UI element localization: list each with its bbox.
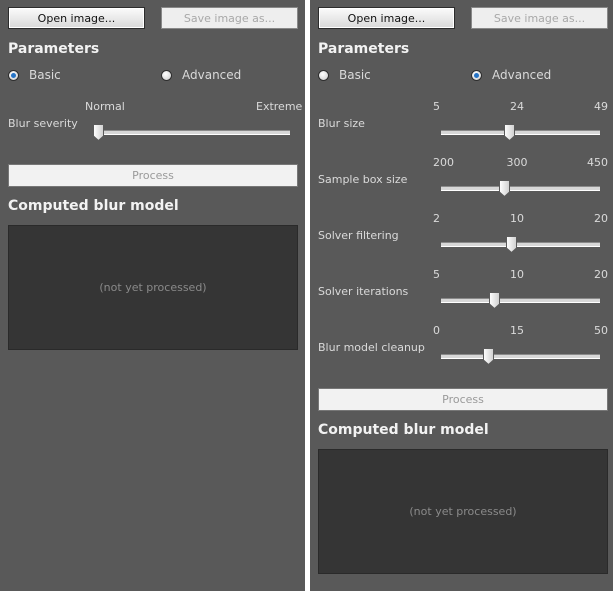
param-slider-thumb[interactable]: [504, 124, 516, 141]
advanced-mode-label: Advanced: [182, 68, 242, 82]
basic-mode-label: Basic: [339, 68, 371, 82]
param-max-tick: 450: [587, 156, 608, 169]
blur-model-preview: (not yet processed): [318, 449, 608, 574]
process-button[interactable]: Process: [8, 164, 298, 187]
param-min-tick: 5: [433, 100, 440, 113]
param-slider-track[interactable]: [441, 298, 600, 303]
param-slider-thumb[interactable]: [506, 236, 518, 253]
param-mid-tick: 10: [510, 268, 524, 281]
open-image-button[interactable]: Open image...: [318, 7, 455, 29]
param-max-tick: 20: [594, 268, 608, 281]
param-max-tick: 20: [594, 212, 608, 225]
param-slider-track[interactable]: [441, 130, 600, 135]
blur-model-preview: (not yet processed): [8, 225, 298, 350]
param-slider-thumb[interactable]: [488, 292, 500, 309]
parameters-title: Parameters: [318, 41, 410, 57]
result-title: Computed blur model: [318, 422, 489, 438]
param-mid-tick: 15: [510, 324, 524, 337]
basic-panel: Open image... Save image as... Parameter…: [0, 0, 305, 591]
parameters-title: Parameters: [8, 41, 100, 57]
basic-mode-radio[interactable]: [8, 70, 19, 81]
param-mid-tick: 10: [510, 212, 524, 225]
save-image-button[interactable]: Save image as...: [471, 7, 608, 29]
param-slider-track[interactable]: [441, 242, 600, 247]
basic-mode-label: Basic: [29, 68, 61, 82]
advanced-mode-label: Advanced: [492, 68, 552, 82]
param-slider-thumb[interactable]: [483, 348, 495, 365]
process-button[interactable]: Process: [318, 388, 608, 411]
param-label: Solver iterations: [318, 285, 409, 298]
basic-mode-radio[interactable]: [318, 70, 329, 81]
blur-severity-track[interactable]: [93, 130, 290, 135]
param-max-tick: 49: [594, 100, 608, 113]
param-slider-thumb[interactable]: [499, 180, 511, 197]
param-label: Sample box size: [318, 173, 408, 186]
param-min-tick: 2: [433, 212, 440, 225]
param-label: Blur size: [318, 117, 365, 130]
result-title: Computed blur model: [8, 198, 179, 214]
param-label: Blur model cleanup: [318, 341, 425, 354]
param-mid-tick: 300: [506, 156, 528, 169]
open-image-button[interactable]: Open image...: [8, 7, 145, 29]
save-image-button[interactable]: Save image as...: [161, 7, 298, 29]
severity-max-label: Extreme: [256, 100, 303, 113]
severity-min-label: Normal: [85, 100, 125, 113]
blur-severity-label: Blur severity: [8, 117, 78, 130]
param-max-tick: 50: [594, 324, 608, 337]
advanced-panel: Open image... Save image as... Parameter…: [310, 0, 613, 591]
param-slider-track[interactable]: [441, 354, 600, 359]
param-mid-tick: 24: [510, 100, 524, 113]
blur-severity-slider-thumb[interactable]: [93, 124, 104, 141]
param-slider-track[interactable]: [441, 186, 600, 191]
param-min-tick: 200: [433, 156, 454, 169]
param-min-tick: 5: [433, 268, 440, 281]
advanced-mode-radio[interactable]: [161, 70, 172, 81]
param-label: Solver filtering: [318, 229, 399, 242]
advanced-mode-radio[interactable]: [471, 70, 482, 81]
param-min-tick: 0: [433, 324, 440, 337]
